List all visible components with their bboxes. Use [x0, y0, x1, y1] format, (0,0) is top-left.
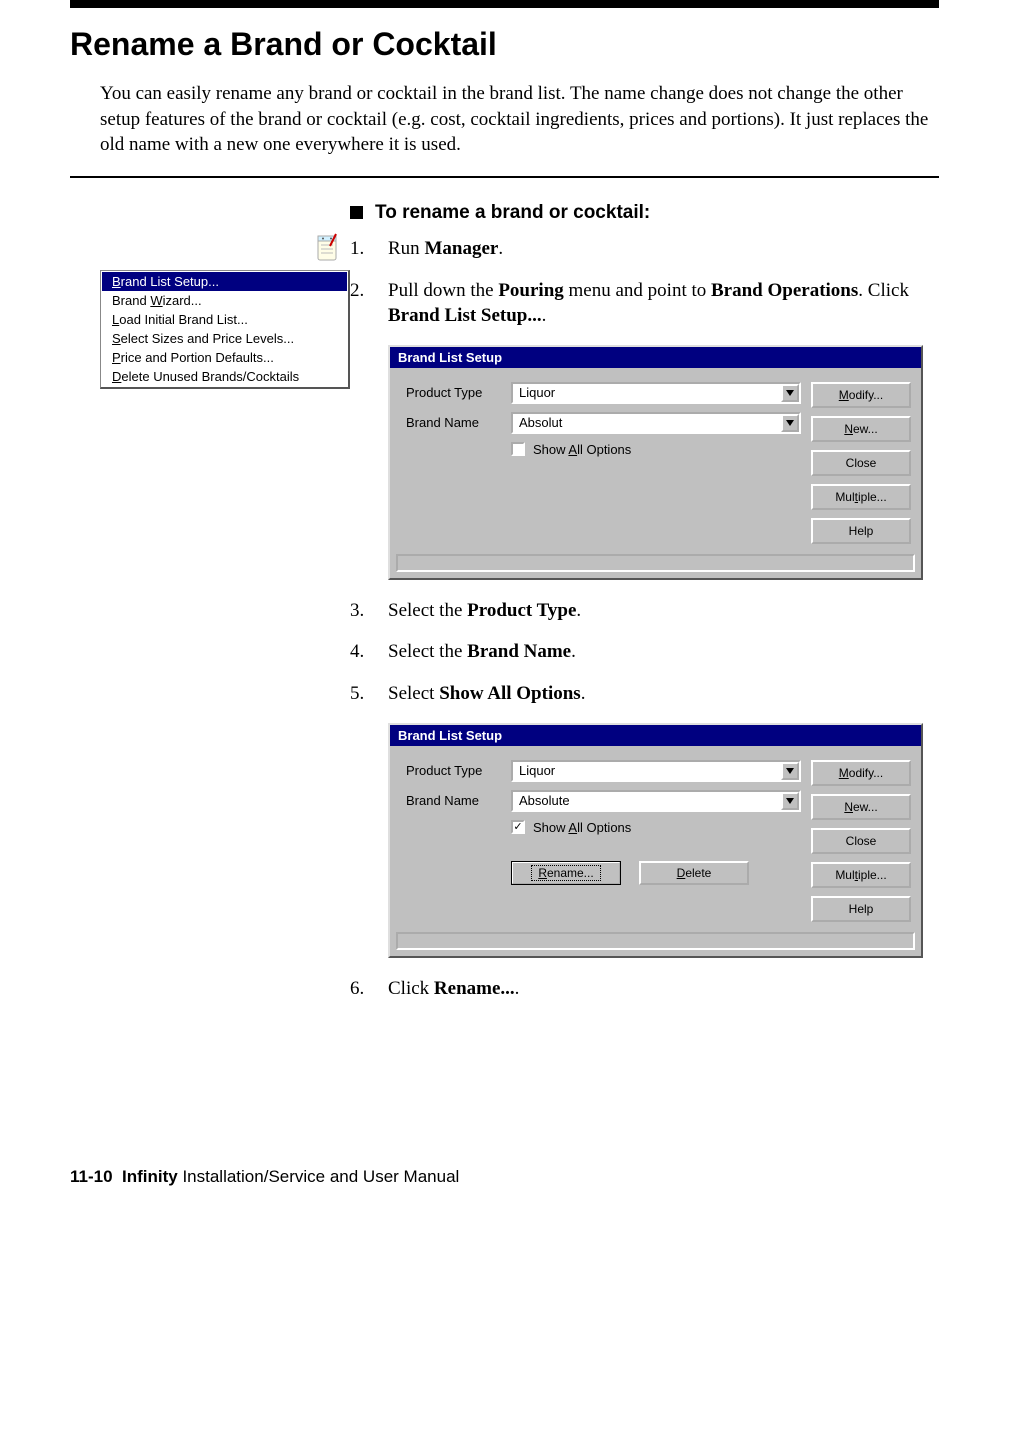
multiple-button[interactable]: Multiple...: [811, 862, 911, 888]
note-icon: [314, 232, 340, 262]
brand-name-combobox[interactable]: Absolute: [511, 790, 801, 812]
chevron-down-icon: [786, 798, 794, 804]
product-type-combobox[interactable]: Liquor: [511, 760, 801, 782]
task-heading: To rename a brand or cocktail:: [375, 202, 650, 224]
brand-name-label: Brand Name: [406, 793, 511, 808]
step-number: 2.: [350, 278, 372, 329]
step-number: 5.: [350, 681, 372, 707]
show-all-label: Show All Options: [533, 442, 631, 457]
product-type-value: Liquor: [513, 762, 781, 780]
product-type-label: Product Type: [406, 763, 511, 778]
step-number: 6.: [350, 976, 372, 1002]
show-all-checkbox[interactable]: ✓: [511, 820, 525, 834]
dropdown-button[interactable]: [781, 414, 799, 432]
help-button[interactable]: Help: [811, 896, 911, 922]
step-number: 3.: [350, 598, 372, 624]
step-number: 4.: [350, 639, 372, 665]
close-button[interactable]: Close: [811, 450, 911, 476]
new-button[interactable]: New...: [811, 794, 911, 820]
step-2: Pull down the Pouring menu and point to …: [388, 278, 939, 329]
chevron-down-icon: [786, 768, 794, 774]
menu-item-price-defaults[interactable]: Price and Portion Defaults...: [102, 348, 347, 367]
brand-name-label: Brand Name: [406, 415, 511, 430]
new-button[interactable]: New...: [811, 416, 911, 442]
header-rule: [70, 0, 939, 8]
dropdown-button[interactable]: [781, 792, 799, 810]
manual-title-bold: Infinity: [122, 1167, 178, 1186]
status-bar: [396, 554, 915, 572]
modify-button[interactable]: Modify...: [811, 382, 911, 408]
brand-name-combobox[interactable]: Absolut: [511, 412, 801, 434]
menu-item-brand-wizard[interactable]: Brand Wizard...: [102, 291, 347, 310]
context-menu: Brand List Setup... Brand Wizard... Load…: [100, 270, 350, 389]
page-number: 11-10: [70, 1167, 113, 1186]
step-4: Select the Brand Name.: [388, 639, 939, 665]
product-type-value: Liquor: [513, 384, 781, 402]
chevron-down-icon: [786, 420, 794, 426]
product-type-combobox[interactable]: Liquor: [511, 382, 801, 404]
product-type-label: Product Type: [406, 385, 511, 400]
help-button[interactable]: Help: [811, 518, 911, 544]
page-footer: 11-10 Infinity Installation/Service and …: [70, 1167, 939, 1187]
divider: [70, 176, 939, 178]
show-all-checkbox[interactable]: [511, 442, 525, 456]
dialog-title: Brand List Setup: [390, 725, 921, 746]
manual-title-rest: Installation/Service and User Manual: [178, 1167, 460, 1186]
intro-paragraph: You can easily rename any brand or cockt…: [100, 81, 939, 158]
section-title: Rename a Brand or Cocktail: [70, 26, 939, 63]
menu-item-delete-unused[interactable]: Delete Unused Brands/Cocktails: [102, 367, 347, 386]
menu-item-brand-list-setup[interactable]: Brand List Setup...: [102, 272, 347, 291]
task-bullet-icon: [350, 206, 363, 219]
status-bar: [396, 932, 915, 950]
delete-button[interactable]: Delete: [639, 861, 749, 885]
multiple-button[interactable]: Multiple...: [811, 484, 911, 510]
step-1: Run Manager.: [388, 236, 939, 262]
step-number: 1.: [350, 236, 372, 262]
menu-item-select-sizes[interactable]: Select Sizes and Price Levels...: [102, 329, 347, 348]
brand-name-value: Absolute: [513, 792, 781, 810]
dropdown-button[interactable]: [781, 762, 799, 780]
step-6: Click Rename....: [388, 976, 939, 1002]
step-3: Select the Product Type.: [388, 598, 939, 624]
brand-list-setup-dialog-1: Brand List Setup Product Type Liquor: [388, 345, 923, 580]
chevron-down-icon: [786, 390, 794, 396]
dropdown-button[interactable]: [781, 384, 799, 402]
step-5: Select Show All Options.: [388, 681, 939, 707]
show-all-label: Show All Options: [533, 820, 631, 835]
rename-button[interactable]: Rename...: [511, 861, 621, 885]
close-button[interactable]: Close: [811, 828, 911, 854]
modify-button[interactable]: Modify...: [811, 760, 911, 786]
menu-item-load-initial[interactable]: Load Initial Brand List...: [102, 310, 347, 329]
dialog-title: Brand List Setup: [390, 347, 921, 368]
brand-list-setup-dialog-2: Brand List Setup Product Type Liquor: [388, 723, 923, 958]
brand-name-value: Absolut: [513, 414, 781, 432]
